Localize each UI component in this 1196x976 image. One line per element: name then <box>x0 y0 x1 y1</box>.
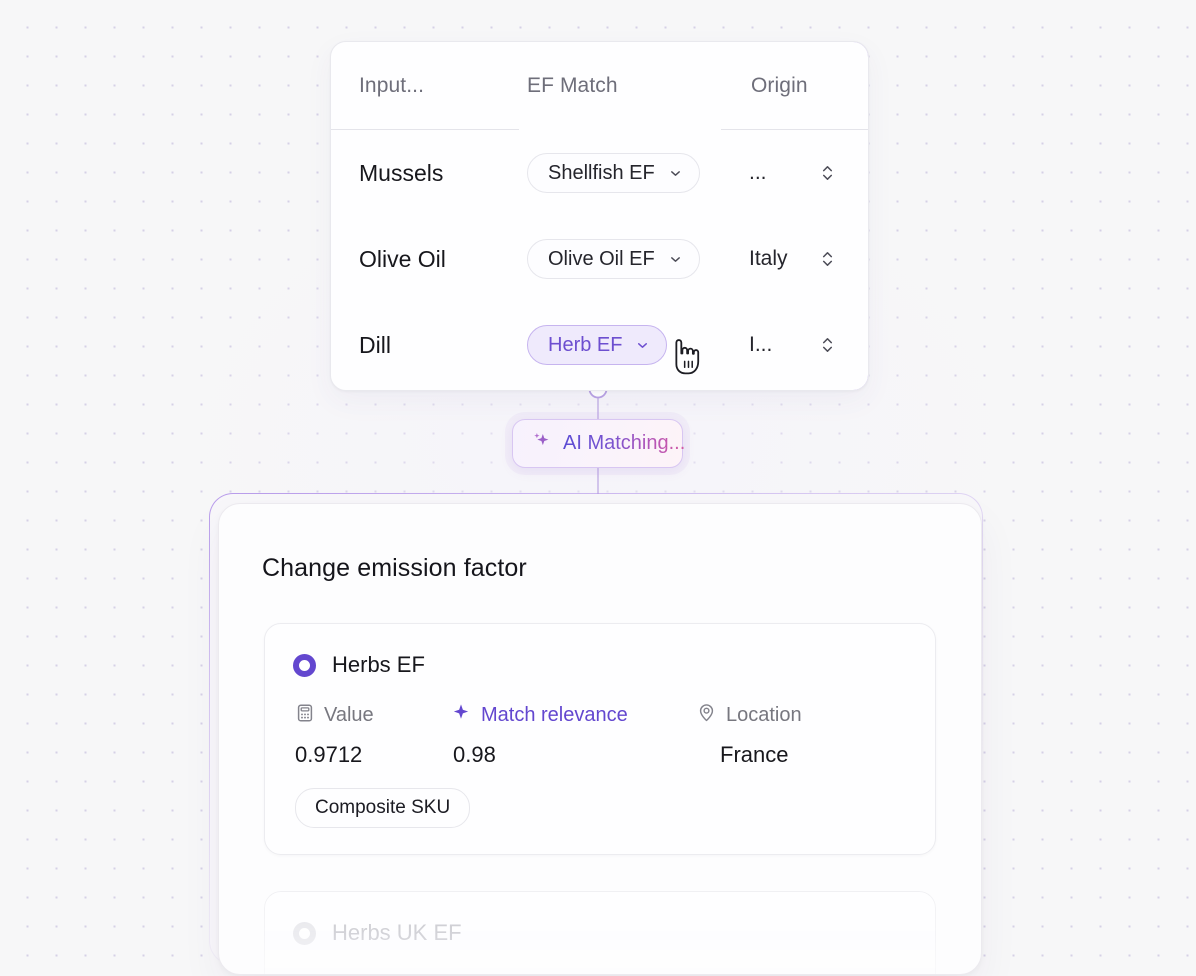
composite-sku-tag: Composite SKU <box>295 788 471 828</box>
emission-factor-option-card[interactable]: Herbs UK EF <box>264 891 936 974</box>
emission-factor-name: Herbs EF <box>332 652 425 677</box>
column-header-origin[interactable]: Origin <box>723 74 868 98</box>
ef-match-dropdown-active[interactable]: Herb EF <box>527 325 668 365</box>
ai-matching-node[interactable]: AI Matching... <box>512 419 686 468</box>
ef-match-label: Shellfish EF <box>548 161 655 184</box>
metric-value-text: France <box>720 742 789 767</box>
row-origin-value: ... <box>749 161 767 184</box>
metric-label: Value <box>324 703 374 726</box>
ef-match-dropdown[interactable]: Shellfish EF <box>527 153 700 193</box>
metrics-row: Value 0.9712 Match relevance 0.98 Locati… <box>265 678 935 768</box>
chevron-up-down-icon[interactable] <box>819 162 836 184</box>
ef-match-label: Herb EF <box>548 333 623 356</box>
ef-match-label: Olive Oil EF <box>548 247 655 270</box>
metric-label: Location <box>726 703 802 726</box>
row-input-name: Dill <box>359 331 391 358</box>
change-emission-factor-panel: Change emission factor Herbs EF Value 0.… <box>218 503 982 975</box>
column-header-ef-match[interactable]: EF Match <box>527 74 723 98</box>
map-pin-icon <box>696 702 717 728</box>
table-header-row: Input... EF Match Origin <box>331 42 868 130</box>
metric-value: Value 0.9712 <box>295 702 450 768</box>
ef-match-table-card: Input... EF Match Origin Mussels Shellfi… <box>330 41 869 391</box>
table-row[interactable]: Olive Oil Olive Oil EF Italy <box>331 216 868 302</box>
metric-label: Match relevance <box>481 703 628 726</box>
table-row[interactable]: Mussels Shellfish EF ... <box>331 130 868 216</box>
chevron-up-down-icon[interactable] <box>819 334 836 356</box>
row-input-name: Olive Oil <box>359 245 446 272</box>
row-input-name: Mussels <box>359 159 444 186</box>
calculator-icon <box>295 703 315 728</box>
row-origin-value: I... <box>749 333 773 356</box>
chevron-down-icon <box>668 252 683 267</box>
column-header-input[interactable]: Input... <box>331 74 527 98</box>
radio-button[interactable] <box>293 921 316 945</box>
emission-factor-option-card[interactable]: Herbs EF Value 0.9712 Match relevance 0.… <box>264 623 936 855</box>
ai-matching-label: AI Matching... <box>563 432 686 454</box>
sparkle-icon <box>530 430 553 458</box>
row-origin-value: Italy <box>749 247 788 270</box>
metric-value-text: 0.9712 <box>295 742 363 767</box>
chevron-down-icon <box>635 338 650 353</box>
ef-match-dropdown[interactable]: Olive Oil EF <box>527 239 700 279</box>
table-row[interactable]: Dill Herb EF I... <box>331 302 868 388</box>
metric-location: Location France <box>696 702 896 768</box>
chevron-down-icon <box>668 166 683 181</box>
metric-match-relevance: Match relevance 0.98 <box>450 702 696 768</box>
emission-factor-name: Herbs UK EF <box>332 920 462 945</box>
chevron-up-down-icon[interactable] <box>819 248 836 270</box>
metric-value-text: 0.98 <box>453 742 496 767</box>
radio-button-selected[interactable] <box>293 653 316 677</box>
panel-title: Change emission factor <box>262 554 527 582</box>
sparkle-icon <box>450 702 472 729</box>
